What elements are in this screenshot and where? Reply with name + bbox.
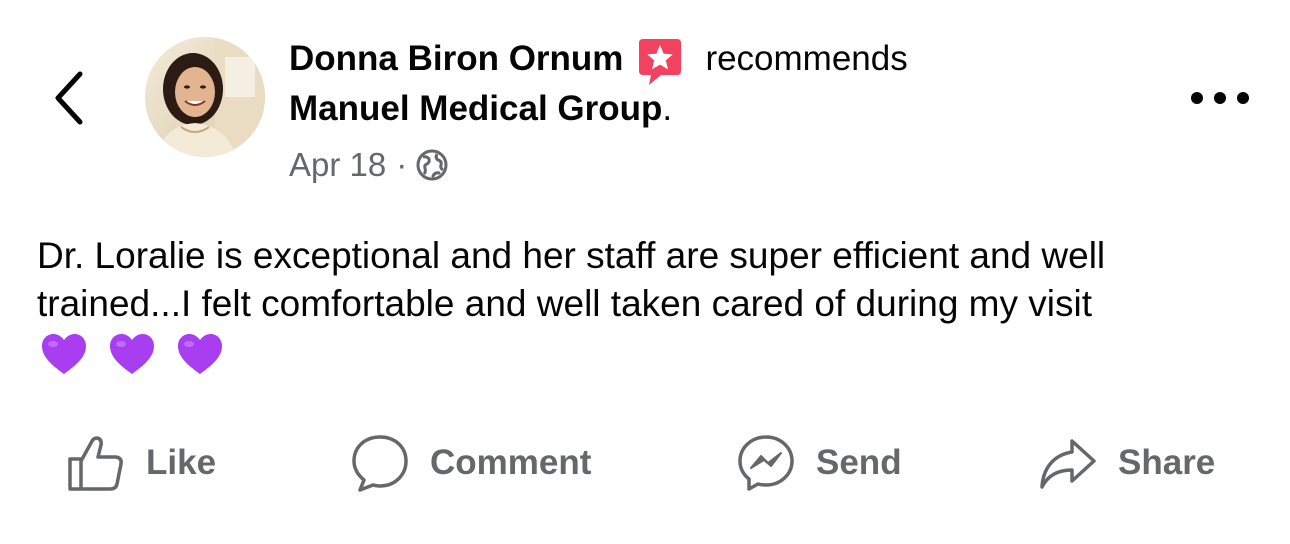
more-options-button[interactable] <box>1180 78 1260 118</box>
post-text: Dr. Loralie is exceptional and her staff… <box>37 235 1106 324</box>
post-header-line: Donna Biron Ornum recommends <box>289 36 908 85</box>
purple-heart-icon <box>178 334 222 374</box>
messenger-icon <box>738 435 794 491</box>
comment-button[interactable]: Comment <box>350 428 591 498</box>
recommendation-star-icon <box>635 37 685 87</box>
comment-label: Comment <box>430 443 592 482</box>
back-button[interactable] <box>40 58 100 138</box>
globe-icon[interactable] <box>415 148 449 182</box>
purple-heart-icon <box>42 334 86 374</box>
recommended-page-name[interactable]: Manuel Medical Group <box>289 89 662 128</box>
meta-separator: · <box>396 146 408 183</box>
purple-heart-icon <box>110 334 154 374</box>
emoji-row <box>40 330 244 378</box>
send-label: Send <box>816 443 902 482</box>
send-button[interactable]: Send <box>736 428 902 498</box>
more-dots-icon <box>1191 92 1249 104</box>
post-date[interactable]: Apr 18 <box>289 146 386 184</box>
share-button[interactable]: Share <box>1038 428 1215 498</box>
post-action-bar: Like Comment Send Share <box>0 428 1290 498</box>
profile-photo <box>145 37 265 157</box>
like-label: Like <box>146 443 217 482</box>
author-name[interactable]: Donna Biron Ornum <box>289 36 623 82</box>
page-name-period: . <box>662 89 673 128</box>
like-button[interactable]: Like <box>66 428 216 498</box>
share-arrow-icon <box>1040 439 1096 489</box>
share-label: Share <box>1118 443 1216 482</box>
chevron-left-icon <box>55 71 83 125</box>
post-meta: Apr 18 · <box>289 143 449 187</box>
recommendation-action-text: recommends <box>705 39 908 78</box>
thumbs-up-icon <box>68 436 123 491</box>
comment-bubble-icon <box>352 435 408 492</box>
avatar[interactable] <box>145 37 265 157</box>
recommended-page-line: Manuel Medical Group. <box>289 86 672 132</box>
